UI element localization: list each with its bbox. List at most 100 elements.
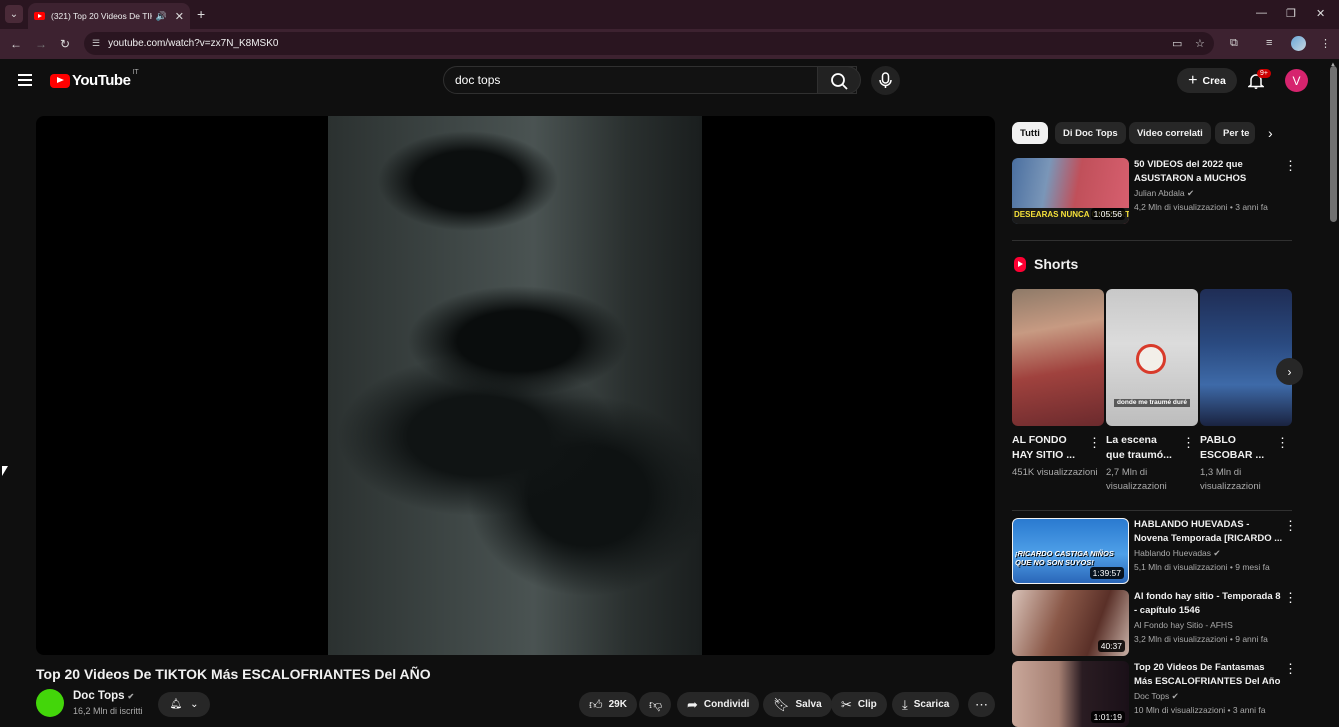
- chip-from-channel[interactable]: Di Doc Tops: [1055, 122, 1126, 144]
- recommended-video[interactable]: DESEARAS NUNCA CRUZARTE... 1:05:56 50 VI…: [1012, 158, 1312, 224]
- chip-for-you[interactable]: Per te: [1215, 122, 1255, 144]
- dislike-button[interactable]: 👎︎: [639, 692, 671, 717]
- youtube-logo[interactable]: YouTube IT: [50, 69, 139, 89]
- search-input[interactable]: doc tops ✕: [443, 66, 857, 94]
- shorts-next-chevron-icon[interactable]: ›: [1276, 358, 1303, 385]
- video-thumbnail[interactable]: 40:37: [1012, 590, 1129, 656]
- like-button[interactable]: 👍︎ 29K: [579, 692, 637, 717]
- youtube-header: YouTube IT doc tops ✕ + Crea 9+ V: [0, 59, 1339, 103]
- more-options-icon[interactable]: ⋮: [1088, 435, 1101, 451]
- back-icon[interactable]: ←: [10, 37, 22, 51]
- more-horizontal-icon: ⋯: [975, 696, 988, 712]
- verified-icon: ✔: [1213, 548, 1221, 558]
- chip-related[interactable]: Video correlati: [1129, 122, 1211, 144]
- download-icon: ⤓: [902, 696, 908, 712]
- short-item[interactable]: donde me traumé duré La escena que traum…: [1106, 289, 1198, 494]
- page-scrollbar[interactable]: [1330, 66, 1337, 222]
- channel-avatar[interactable]: [36, 689, 64, 717]
- save-label: Salva: [795, 699, 822, 710]
- save-button[interactable]: 🔖︎ Salva: [763, 692, 832, 717]
- recommended-video[interactable]: ¡RICARDO CASTIGA NIÑOS QUE NO SON SUYOS!…: [1012, 518, 1312, 584]
- window-close-icon[interactable]: ✕: [1316, 7, 1325, 20]
- short-title[interactable]: PABLO ESCOBAR ...: [1200, 433, 1272, 463]
- extensions-icon[interactable]: ⧉: [1230, 37, 1238, 50]
- more-options-icon[interactable]: ⋮: [1276, 435, 1289, 451]
- restore-icon[interactable]: ❐: [1286, 7, 1296, 20]
- chips-next-icon[interactable]: ›: [1268, 125, 1273, 141]
- verified-icon: ✔: [1171, 691, 1179, 701]
- site-info-icon[interactable]: ☰: [92, 38, 100, 49]
- chip-all[interactable]: Tutti: [1012, 122, 1048, 144]
- subscription-bell-button[interactable]: 🔔︎ ⌄: [158, 692, 210, 717]
- short-views: 1,3 Mln di visualizzazioni: [1200, 467, 1261, 492]
- browser-tab-active[interactable]: (321) Top 20 Videos De TIKTOK 🔊 ✕: [28, 3, 190, 29]
- channel-name[interactable]: Doc Tops ✔: [1134, 691, 1179, 702]
- download-button[interactable]: ⤓ Scarica: [892, 692, 960, 717]
- tab-list-chevron-icon[interactable]: ⌄: [5, 5, 23, 23]
- short-title[interactable]: La escena que traumó...: [1106, 433, 1178, 463]
- forward-icon[interactable]: →: [35, 37, 47, 51]
- divider: [1012, 510, 1292, 511]
- mouse-cursor-icon: [2, 466, 8, 476]
- media-controls-icon[interactable]: ≡: [1266, 37, 1272, 49]
- youtube-favicon-icon: [34, 12, 45, 20]
- short-thumbnail[interactable]: [1012, 289, 1104, 426]
- video-title[interactable]: 50 VIDEOS del 2022 que ASUSTARON a MUCHO…: [1134, 158, 1284, 186]
- create-button[interactable]: + Crea: [1177, 68, 1237, 93]
- voice-search-button[interactable]: [871, 66, 900, 95]
- new-tab-icon[interactable]: +: [197, 6, 205, 22]
- bookmark-star-icon[interactable]: ☆: [1195, 37, 1205, 50]
- clip-label: Clip: [857, 699, 877, 710]
- short-thumbnail[interactable]: donde me traumé duré: [1106, 289, 1198, 426]
- minimize-icon[interactable]: —: [1256, 7, 1267, 19]
- subscriber-count: 16,2 Mln di iscritti: [73, 706, 143, 716]
- short-thumbnail[interactable]: [1200, 289, 1292, 426]
- channel-name[interactable]: Hablando Huevadas ✔: [1134, 548, 1221, 559]
- url-text: youtube.com/watch?v=zx7N_K8MSK0: [108, 38, 279, 49]
- video-title[interactable]: Al fondo hay sitio - Temporada 8 - capít…: [1134, 590, 1284, 618]
- video-duration: 1:39:57: [1089, 567, 1124, 579]
- recommended-video[interactable]: 1:01:19 Top 20 Videos De Fantasmas Más E…: [1012, 661, 1312, 727]
- video-thumbnail[interactable]: ¡RICARDO CASTIGA NIÑOS QUE NO SON SUYOS!…: [1012, 518, 1129, 584]
- more-options-icon[interactable]: ⋮: [1182, 435, 1195, 451]
- share-button[interactable]: ➦ Condividi: [677, 692, 760, 717]
- audio-playing-icon[interactable]: 🔊: [156, 11, 167, 22]
- browser-menu-icon[interactable]: ⋮: [1320, 37, 1331, 50]
- browser-profile-avatar[interactable]: [1291, 36, 1306, 51]
- more-options-icon[interactable]: ⋮: [1284, 518, 1297, 534]
- verified-icon: ✔: [1186, 188, 1195, 198]
- clip-button[interactable]: ✂ Clip: [831, 692, 887, 717]
- video-player[interactable]: [36, 116, 995, 655]
- more-options-icon[interactable]: ⋮: [1284, 158, 1297, 174]
- video-title[interactable]: Top 20 Videos De Fantasmas Más ESCALOFRI…: [1134, 661, 1284, 689]
- short-item[interactable]: AL FONDO HAY SITIO ... 451K visualizzazi…: [1012, 289, 1104, 480]
- youtube-play-icon: [50, 73, 70, 88]
- short-item[interactable]: PABLO ESCOBAR ... 1,3 Mln di visualizzaz…: [1200, 289, 1292, 494]
- logo-text: YouTube: [72, 72, 131, 89]
- recommended-video[interactable]: 40:37 Al fondo hay sitio - Temporada 8 -…: [1012, 590, 1312, 656]
- address-bar[interactable]: ☰ youtube.com/watch?v=zx7N_K8MSK0: [84, 32, 1214, 55]
- channel-name-text: Doc Tops: [73, 690, 125, 702]
- reload-icon[interactable]: ↻: [60, 37, 70, 51]
- short-views: 451K visualizzazioni: [1012, 467, 1098, 478]
- channel-name[interactable]: Al Fondo hay Sitio - AFHS: [1134, 620, 1233, 630]
- tab-close-icon[interactable]: ✕: [175, 10, 184, 23]
- country-code: IT: [132, 69, 139, 76]
- channel-name[interactable]: Doc Tops ✔: [73, 690, 134, 702]
- video-title[interactable]: HABLANDO HUEVADAS - Novena Temporada [RI…: [1134, 518, 1284, 546]
- video-thumbnail[interactable]: 1:01:19: [1012, 661, 1129, 727]
- video-meta: 4,2 Mln di visualizzazioni • 3 anni fa: [1134, 202, 1268, 212]
- browser-tab-bar: ⌄ (321) Top 20 Videos De TIKTOK 🔊 ✕ + — …: [0, 0, 1339, 29]
- guide-menu-icon[interactable]: [18, 74, 32, 86]
- video-thumbnail[interactable]: DESEARAS NUNCA CRUZARTE... 1:05:56: [1012, 158, 1129, 224]
- channel-name[interactable]: Julian Abdala ✔: [1134, 188, 1194, 199]
- search-button[interactable]: [817, 66, 861, 94]
- more-options-icon[interactable]: ⋮: [1284, 661, 1297, 677]
- cast-icon[interactable]: ▭: [1172, 37, 1182, 50]
- clown-figure: [1136, 344, 1166, 374]
- more-actions-button[interactable]: ⋯: [968, 692, 995, 717]
- more-options-icon[interactable]: ⋮: [1284, 590, 1297, 606]
- short-title[interactable]: AL FONDO HAY SITIO ...: [1012, 433, 1084, 463]
- short-views: 2,7 Mln di visualizzazioni: [1106, 467, 1167, 492]
- account-avatar[interactable]: V: [1285, 69, 1308, 92]
